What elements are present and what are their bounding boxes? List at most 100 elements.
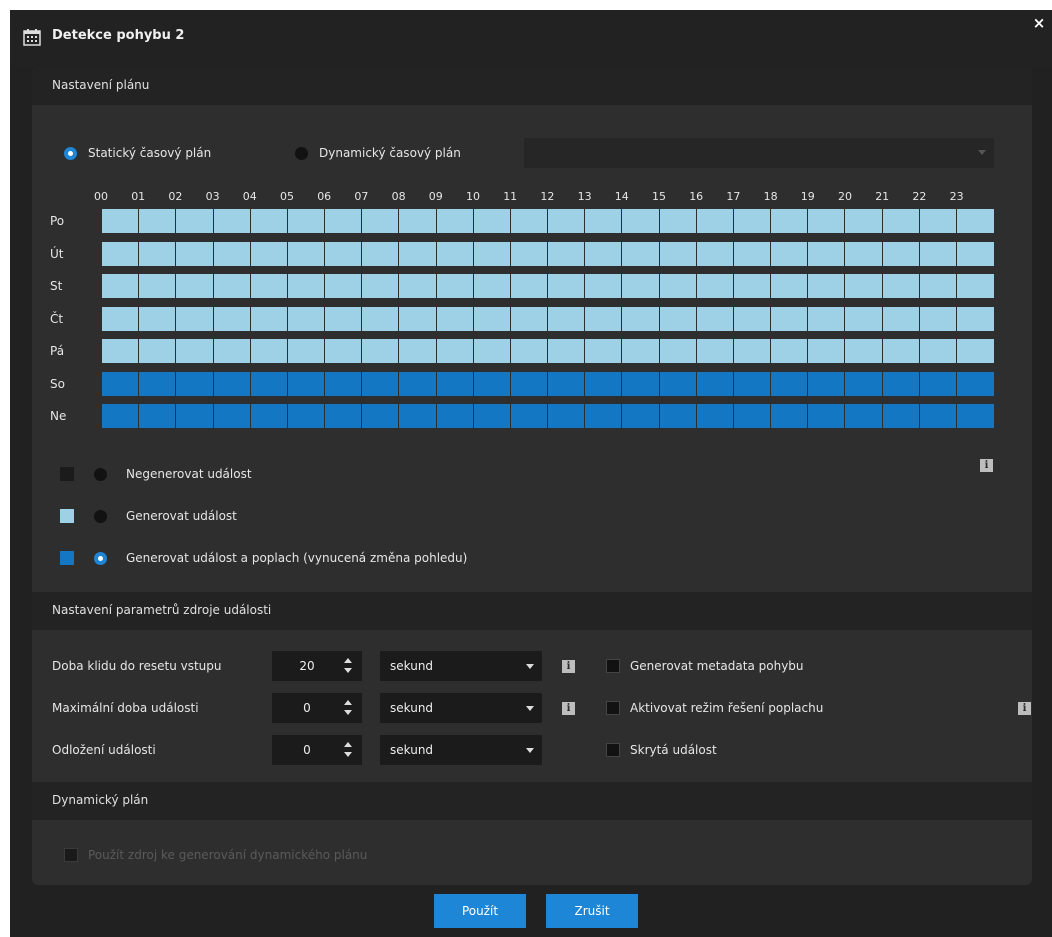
schedule-cell[interactable] [548,274,586,298]
schedule-cell[interactable] [585,339,623,363]
quiet-time-unit-select[interactable]: sekund [380,651,542,681]
schedule-cell[interactable] [473,209,511,233]
schedule-cell[interactable] [845,306,883,331]
info-icon[interactable]: i [562,660,575,673]
legend-event-radio[interactable] [94,510,107,523]
schedule-cell[interactable] [362,274,400,298]
schedule-cell[interactable] [399,209,437,233]
schedule-cell[interactable] [436,241,474,266]
schedule-cell[interactable] [287,371,325,396]
schedule-cell[interactable] [771,274,809,298]
schedule-cell[interactable] [473,404,511,428]
schedule-cell[interactable] [548,241,586,266]
schedule-cell[interactable] [956,339,994,363]
schedule-cell[interactable] [139,371,177,396]
schedule-cell[interactable] [399,306,437,331]
schedule-cell[interactable] [176,306,214,331]
schedule-cell[interactable] [362,306,400,331]
schedule-cell[interactable] [659,241,697,266]
schedule-cell[interactable] [845,209,883,233]
dynamic-schedule-radio[interactable] [295,147,308,160]
schedule-cell[interactable] [771,339,809,363]
schedule-cell[interactable] [548,209,586,233]
alarm-mode-info-icon[interactable]: i [1018,702,1031,715]
schedule-cell[interactable] [473,274,511,298]
schedule-cell[interactable] [733,241,771,266]
schedule-cell[interactable] [102,241,140,266]
alarm-mode-checkbox[interactable] [606,701,620,715]
schedule-cell[interactable] [436,209,474,233]
schedule-cell[interactable] [733,209,771,233]
schedule-cell[interactable] [622,241,660,266]
schedule-cell[interactable] [510,306,548,331]
schedule-cell[interactable] [510,371,548,396]
schedule-cell[interactable] [882,241,920,266]
schedule-cell[interactable] [733,274,771,298]
schedule-cell[interactable] [213,274,251,298]
static-schedule-radio[interactable] [64,147,77,160]
schedule-cell[interactable] [956,371,994,396]
schedule-cell[interactable] [102,306,140,331]
schedule-cell[interactable] [548,371,586,396]
schedule-cell[interactable] [250,371,288,396]
delay-stepper[interactable]: 0 [272,735,362,765]
quiet-time-stepper[interactable]: 20 [272,651,362,681]
schedule-info-icon[interactable]: i [980,459,993,472]
schedule-cell[interactable] [510,274,548,298]
schedule-cell[interactable] [585,209,623,233]
schedule-cell[interactable] [287,241,325,266]
schedule-cell[interactable] [362,371,400,396]
schedule-cell[interactable] [548,339,586,363]
schedule-cell[interactable] [287,404,325,428]
schedule-cell[interactable] [139,274,177,298]
schedule-cell[interactable] [696,241,734,266]
schedule-cell[interactable] [733,371,771,396]
schedule-cell[interactable] [919,306,957,331]
schedule-cell[interactable] [808,306,846,331]
schedule-cell[interactable] [622,306,660,331]
schedule-cell[interactable] [287,306,325,331]
schedule-cell[interactable] [436,306,474,331]
schedule-cell[interactable] [399,241,437,266]
schedule-cell[interactable] [585,404,623,428]
schedule-cell[interactable] [436,339,474,363]
dynamic-plan-checkbox[interactable] [64,848,78,862]
schedule-cell[interactable] [733,306,771,331]
schedule-cell[interactable] [139,339,177,363]
schedule-cell[interactable] [585,241,623,266]
schedule-cell[interactable] [696,306,734,331]
schedule-cell[interactable] [622,371,660,396]
schedule-cell[interactable] [808,339,846,363]
schedule-cell[interactable] [213,209,251,233]
schedule-cell[interactable] [139,241,177,266]
schedule-cell[interactable] [213,404,251,428]
schedule-cell[interactable] [176,274,214,298]
schedule-cell[interactable] [213,241,251,266]
schedule-cell[interactable] [696,339,734,363]
schedule-cell[interactable] [510,339,548,363]
spin-down-icon[interactable] [344,752,352,757]
schedule-cell[interactable] [548,404,586,428]
schedule-cell[interactable] [362,404,400,428]
schedule-cell[interactable] [250,209,288,233]
schedule-cell[interactable] [473,306,511,331]
schedule-cell[interactable] [510,404,548,428]
apply-button[interactable]: Použít [434,894,526,928]
schedule-cell[interactable] [102,404,140,428]
schedule-cell[interactable] [102,274,140,298]
delay-unit-select[interactable]: sekund [380,735,542,765]
schedule-cell[interactable] [510,241,548,266]
max-duration-stepper[interactable]: 0 [272,693,362,723]
schedule-cell[interactable] [362,209,400,233]
schedule-cell[interactable] [622,339,660,363]
schedule-cell[interactable] [325,241,363,266]
schedule-cell[interactable] [956,241,994,266]
max-duration-unit-select[interactable]: sekund [380,693,542,723]
legend-alarm-radio[interactable] [94,552,107,565]
schedule-cell[interactable] [436,274,474,298]
schedule-cell[interactable] [622,404,660,428]
schedule-cell[interactable] [176,371,214,396]
schedule-cell[interactable] [733,339,771,363]
schedule-cell[interactable] [473,371,511,396]
schedule-cell[interactable] [733,404,771,428]
